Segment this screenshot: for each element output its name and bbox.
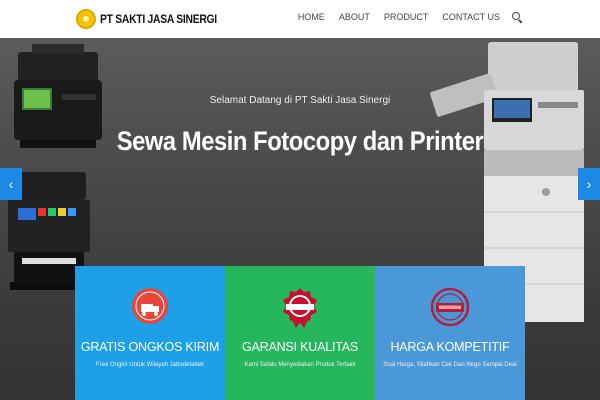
chevron-right-icon: › [586,176,592,192]
feature-description: Kami Selalu Menyediakan Produk Terbaik [244,362,356,368]
feature-description: Free Ongkir Untuk Wilayah Jabodetabek [95,362,205,368]
best-price-stamp-icon [430,287,470,327]
free-shipping-badge-icon [132,288,168,324]
slider-next-button[interactable]: › [578,168,600,200]
page: PT SAKTI JASA SINERGI HOME ABOUT PRODUCT… [0,0,600,400]
logo-text: PT SAKTI JASA SINERGI [100,12,217,26]
feature-cards: GRATIS ONGKOS KIRIM Free Ongkir Untuk Wi… [75,266,525,400]
feature-card-quality-guarantee[interactable]: GARANSI KUALITAS Kami Selalu Menyediakan… [225,266,375,400]
chevron-left-icon: ‹ [8,176,14,192]
sun-logo-icon [76,9,96,29]
nav-home[interactable]: HOME [298,12,325,22]
hero-subtitle: Selamat Datang di PT Sakti Jasa Sinergi [209,95,391,106]
feature-title: GARANSI KUALITAS [241,340,359,354]
feature-title: HARGA KOMPETITIF [390,340,510,354]
nav-about[interactable]: ABOUT [339,12,370,22]
feature-description: Soal Harga, Silahkan Cek Dan Nego Sampai… [383,362,517,368]
site-logo[interactable]: PT SAKTI JASA SINERGI [76,9,236,29]
feature-card-competitive-price[interactable]: HARGA KOMPETITIF Soal Harga, Silahkan Ce… [375,266,525,400]
feature-title: GRATIS ONGKOS KIRIM [80,340,220,354]
feature-card-free-shipping[interactable]: GRATIS ONGKOS KIRIM Free Ongkir Untuk Wi… [75,266,225,400]
nav-contact-us[interactable]: CONTACT US [442,12,500,22]
search-icon[interactable] [512,12,522,22]
main-nav: HOME ABOUT PRODUCT CONTACT US [284,12,522,22]
site-header: PT SAKTI JASA SINERGI HOME ABOUT PRODUCT… [0,0,600,38]
best-quality-badge-icon [283,288,317,328]
hero-title: Sewa Mesin Fotocopy dan Printer [116,126,484,156]
nav-product[interactable]: PRODUCT [384,12,429,22]
slider-prev-button[interactable]: ‹ [0,168,22,200]
